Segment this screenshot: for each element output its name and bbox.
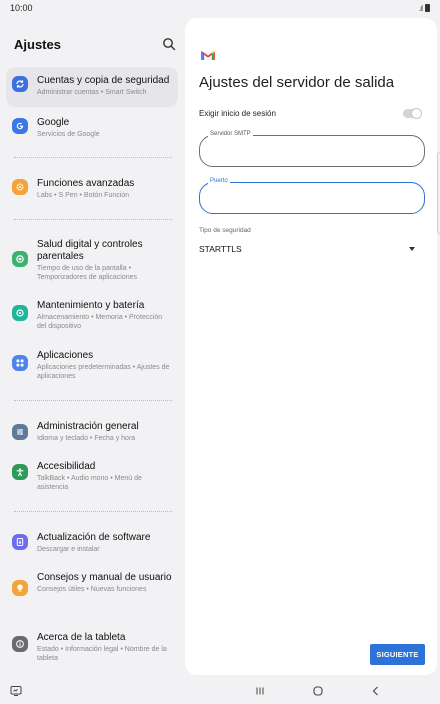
- settings-item-google[interactable]: Google Servicios de Google: [6, 117, 178, 139]
- settings-item-accessibility[interactable]: Accesibilidad TalkBack • Audio mono • Me…: [6, 461, 178, 492]
- item-title: Google: [37, 117, 70, 128]
- item-title: Actualización de software: [37, 532, 151, 543]
- port-label: Puerto: [208, 178, 230, 184]
- settings-item-general-management[interactable]: Administración general Idioma y teclado …: [6, 421, 178, 443]
- settings-item-applications[interactable]: Aplicaciones Aplicaciones predeterminada…: [6, 350, 178, 381]
- item-subtitle: TalkBack • Audio mono • Menú de asistenc…: [37, 475, 142, 491]
- dropdown-arrow-icon: [409, 247, 415, 251]
- settings-item-tips-manual[interactable]: Consejos y manual de usuario Consejos út…: [6, 572, 178, 596]
- toggle-knob: [411, 107, 422, 119]
- search-icon[interactable]: [162, 37, 176, 51]
- heart-icon: [12, 251, 28, 267]
- divider: [14, 157, 172, 158]
- item-title: Accesibilidad: [37, 461, 96, 472]
- settings-item-digital-wellbeing[interactable]: Salud digital y controles parentales Tie…: [6, 239, 178, 282]
- page-title: Ajustes del servidor de salida: [199, 74, 395, 91]
- settings-item-software-update[interactable]: Actualización de software Descargar e in…: [6, 532, 178, 554]
- outgoing-server-panel: Ajustes del servidor de salida Exigir in…: [185, 18, 437, 675]
- status-icons: .ıl: [419, 4, 430, 13]
- item-title: Funciones avanzadas: [37, 178, 135, 189]
- settings-item-about-tablet[interactable]: Acerca de la tableta Estado • Informació…: [6, 632, 178, 663]
- gear-icon: [12, 179, 28, 195]
- next-button[interactable]: SIGUIENTE: [370, 644, 425, 665]
- divider: [14, 400, 172, 401]
- item-subtitle: Servicios de Google: [37, 131, 100, 138]
- security-type-label: Tipo de seguridad: [199, 227, 251, 234]
- item-subtitle: Consejos útiles • Nuevas funciones: [37, 586, 147, 593]
- item-subtitle: Administrar cuentas • Smart Switch: [37, 89, 147, 96]
- divider: [14, 219, 172, 220]
- recent-apps-icon[interactable]: [254, 685, 266, 697]
- google-icon: [12, 118, 28, 134]
- sliders-icon: [12, 424, 28, 440]
- item-title: Mantenimiento y batería: [37, 300, 145, 311]
- battery-icon: [425, 4, 430, 12]
- security-type-value: STARTTLS: [199, 244, 242, 254]
- item-title: Cuentas y copia de seguridad: [37, 75, 170, 86]
- item-subtitle: Almacenamiento • Memoria • Protección de…: [37, 314, 163, 330]
- keyboard-toggle-icon[interactable]: [10, 685, 22, 697]
- item-subtitle: Tiempo de uso de la pantalla • Temporiza…: [37, 265, 137, 281]
- settings-item-maintenance[interactable]: Mantenimiento y batería Almacenamiento •…: [6, 300, 178, 331]
- item-subtitle: Estado • Información legal • Nombre de l…: [37, 646, 167, 662]
- settings-title: Ajustes: [14, 36, 61, 52]
- item-subtitle: Descargar e instalar: [37, 546, 100, 553]
- settings-item-advanced-features[interactable]: Funciones avanzadas Labs • S Pen • Botón…: [6, 178, 178, 200]
- sync-icon: [12, 76, 28, 92]
- status-time: 10:00: [10, 3, 33, 13]
- item-subtitle: Idioma y teclado • Fecha y hora: [37, 435, 136, 442]
- item-subtitle: Labs • S Pen • Botón Función: [37, 192, 130, 199]
- port-field[interactable]: Puerto: [199, 178, 425, 214]
- update-icon: [12, 534, 28, 550]
- smtp-server-field[interactable]: Servidor SMTP: [199, 131, 425, 167]
- require-login-label: Exigir inicio de sesión: [199, 108, 276, 118]
- home-icon[interactable]: [312, 685, 324, 697]
- require-login-toggle[interactable]: [403, 107, 422, 119]
- settings-item-accounts[interactable]: Cuentas y copia de seguridad Administrar…: [6, 67, 178, 107]
- security-type-dropdown[interactable]: STARTTLS: [199, 242, 421, 256]
- apps-icon: [12, 355, 28, 371]
- back-icon[interactable]: [370, 685, 382, 697]
- item-subtitle: Aplicaciones predeterminadas • Ajustes d…: [37, 364, 170, 380]
- settings-header: Ajustes: [14, 34, 176, 54]
- navigation-bar: [0, 678, 440, 704]
- smtp-server-input[interactable]: [210, 146, 410, 158]
- settings-panel: Ajustes Cuentas y copia de seguridad Adm…: [0, 18, 185, 678]
- info-icon: [12, 636, 28, 652]
- item-title: Aplicaciones: [37, 350, 94, 361]
- item-title: Administración general: [37, 421, 139, 432]
- smtp-server-label: Servidor SMTP: [208, 131, 253, 137]
- status-bar: 10:00 .ıl: [0, 0, 440, 16]
- require-login-row[interactable]: Exigir inicio de sesión: [199, 106, 422, 120]
- port-input[interactable]: [210, 193, 410, 205]
- item-title: Salud digital y controles parentales: [37, 239, 143, 262]
- gmail-logo-icon: [201, 51, 215, 60]
- item-title: Acerca de la tableta: [37, 632, 126, 643]
- accessibility-icon: [12, 464, 28, 480]
- signal-icon: .ıl: [418, 3, 423, 13]
- divider: [14, 511, 172, 512]
- refresh-icon: [12, 305, 28, 321]
- lightbulb-icon: [12, 580, 28, 596]
- item-title: Consejos y manual de usuario: [37, 572, 172, 583]
